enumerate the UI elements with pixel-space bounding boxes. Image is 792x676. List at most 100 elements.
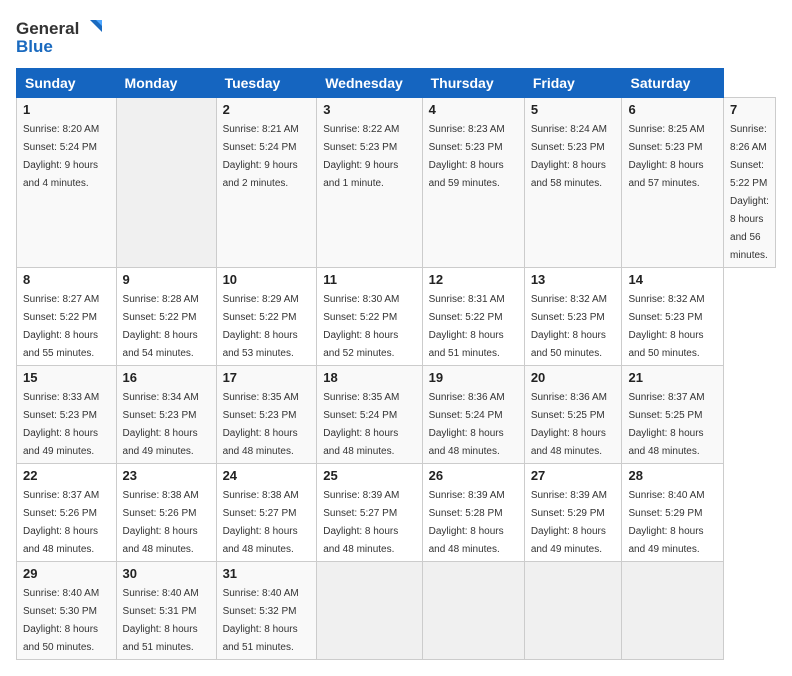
calendar-cell-empty <box>524 562 622 660</box>
calendar-cell-27: 27 Sunrise: 8:39 AM Sunset: 5:29 PM Dayli… <box>524 464 622 562</box>
day-info: Sunrise: 8:40 AM Sunset: 5:31 PM Dayligh… <box>123 588 199 653</box>
day-info: Sunrise: 8:28 AM Sunset: 5:22 PM Dayligh… <box>123 294 199 359</box>
calendar-cell-empty <box>622 562 724 660</box>
day-number: 23 <box>123 468 210 483</box>
day-info: Sunrise: 8:32 AM Sunset: 5:23 PM Dayligh… <box>628 294 704 359</box>
day-info: Sunrise: 8:40 AM Sunset: 5:30 PM Dayligh… <box>23 588 99 653</box>
day-info: Sunrise: 8:40 AM Sunset: 5:29 PM Dayligh… <box>628 490 704 555</box>
day-number: 13 <box>531 272 616 287</box>
day-info: Sunrise: 8:25 AM Sunset: 5:23 PM Dayligh… <box>628 124 704 189</box>
day-info: Sunrise: 8:38 AM Sunset: 5:26 PM Dayligh… <box>123 490 199 555</box>
day-info: Sunrise: 8:27 AM Sunset: 5:22 PM Dayligh… <box>23 294 99 359</box>
day-info: Sunrise: 8:36 AM Sunset: 5:25 PM Dayligh… <box>531 392 607 457</box>
day-number: 5 <box>531 102 616 117</box>
logo: General Blue <box>16 16 106 58</box>
day-info: Sunrise: 8:24 AM Sunset: 5:23 PM Dayligh… <box>531 124 607 189</box>
calendar-cell-empty <box>317 562 422 660</box>
day-number: 8 <box>23 272 110 287</box>
day-number: 30 <box>123 566 210 581</box>
day-info: Sunrise: 8:23 AM Sunset: 5:23 PM Dayligh… <box>429 124 505 189</box>
svg-text:General: General <box>16 19 79 38</box>
day-number: 17 <box>223 370 311 385</box>
calendar-cell-13: 13 Sunrise: 8:32 AM Sunset: 5:23 PM Dayli… <box>524 268 622 366</box>
day-info: Sunrise: 8:36 AM Sunset: 5:24 PM Dayligh… <box>429 392 505 457</box>
day-number: 24 <box>223 468 311 483</box>
day-number: 4 <box>429 102 518 117</box>
calendar-cell-17: 17 Sunrise: 8:35 AM Sunset: 5:23 PM Dayli… <box>216 366 317 464</box>
calendar-table: SundayMondayTuesdayWednesdayThursdayFrid… <box>16 68 776 660</box>
column-header-sunday: Sunday <box>17 69 117 98</box>
day-number: 2 <box>223 102 311 117</box>
calendar-cell-8: 8 Sunrise: 8:27 AM Sunset: 5:22 PM Daylig… <box>17 268 117 366</box>
day-info: Sunrise: 8:35 AM Sunset: 5:24 PM Dayligh… <box>323 392 399 457</box>
calendar-cell-1: 1 Sunrise: 8:20 AM Sunset: 5:24 PM Daylig… <box>17 98 117 268</box>
calendar-cell-10: 10 Sunrise: 8:29 AM Sunset: 5:22 PM Dayli… <box>216 268 317 366</box>
calendar-cell-11: 11 Sunrise: 8:30 AM Sunset: 5:22 PM Dayli… <box>317 268 422 366</box>
calendar-cell-29: 29 Sunrise: 8:40 AM Sunset: 5:30 PM Dayli… <box>17 562 117 660</box>
calendar-cell-14: 14 Sunrise: 8:32 AM Sunset: 5:23 PM Dayli… <box>622 268 724 366</box>
calendar-cell-24: 24 Sunrise: 8:38 AM Sunset: 5:27 PM Dayli… <box>216 464 317 562</box>
day-number: 22 <box>23 468 110 483</box>
column-header-wednesday: Wednesday <box>317 69 422 98</box>
calendar-cell-31: 31Sunrise: 8:40 AM Sunset: 5:32 PM Dayli… <box>216 562 317 660</box>
day-number: 9 <box>123 272 210 287</box>
day-number: 1 <box>23 102 110 117</box>
column-header-saturday: Saturday <box>622 69 724 98</box>
calendar-cell-empty <box>116 98 216 268</box>
day-info: Sunrise: 8:32 AM Sunset: 5:23 PM Dayligh… <box>531 294 607 359</box>
day-info: Sunrise: 8:37 AM Sunset: 5:25 PM Dayligh… <box>628 392 704 457</box>
calendar-cell-30: 30 Sunrise: 8:40 AM Sunset: 5:31 PM Dayli… <box>116 562 216 660</box>
day-number: 15 <box>23 370 110 385</box>
svg-text:Blue: Blue <box>16 37 53 56</box>
logo-svg: General Blue <box>16 16 106 58</box>
day-info: Sunrise: 8:37 AM Sunset: 5:26 PM Dayligh… <box>23 490 99 555</box>
day-number: 11 <box>323 272 415 287</box>
day-number: 25 <box>323 468 415 483</box>
calendar-cell-16: 16 Sunrise: 8:34 AM Sunset: 5:23 PM Dayli… <box>116 366 216 464</box>
page-header: General Blue <box>16 16 776 58</box>
day-info: Sunrise: 8:26 AM Sunset: 5:22 PM Dayligh… <box>730 124 769 261</box>
calendar-cell-3: 3Sunrise: 8:22 AM Sunset: 5:23 PM Daylig… <box>317 98 422 268</box>
day-number: 20 <box>531 370 616 385</box>
calendar-cell-21: 21Sunrise: 8:37 AM Sunset: 5:25 PM Dayli… <box>622 366 724 464</box>
day-number: 6 <box>628 102 717 117</box>
day-number: 7 <box>730 102 769 117</box>
day-info: Sunrise: 8:39 AM Sunset: 5:29 PM Dayligh… <box>531 490 607 555</box>
day-number: 12 <box>429 272 518 287</box>
day-info: Sunrise: 8:29 AM Sunset: 5:22 PM Dayligh… <box>223 294 299 359</box>
day-info: Sunrise: 8:21 AM Sunset: 5:24 PM Dayligh… <box>223 124 299 189</box>
calendar-cell-4: 4 Sunrise: 8:23 AM Sunset: 5:23 PM Daylig… <box>422 98 524 268</box>
day-info: Sunrise: 8:20 AM Sunset: 5:24 PM Dayligh… <box>23 124 99 189</box>
column-header-tuesday: Tuesday <box>216 69 317 98</box>
day-info: Sunrise: 8:39 AM Sunset: 5:27 PM Dayligh… <box>323 490 399 555</box>
day-info: Sunrise: 8:31 AM Sunset: 5:22 PM Dayligh… <box>429 294 505 359</box>
day-number: 16 <box>123 370 210 385</box>
column-header-friday: Friday <box>524 69 622 98</box>
day-info: Sunrise: 8:34 AM Sunset: 5:23 PM Dayligh… <box>123 392 199 457</box>
day-number: 31 <box>223 566 311 581</box>
day-number: 19 <box>429 370 518 385</box>
calendar-cell-empty <box>422 562 524 660</box>
day-info: Sunrise: 8:22 AM Sunset: 5:23 PM Dayligh… <box>323 124 399 189</box>
day-number: 18 <box>323 370 415 385</box>
calendar-cell-18: 18 Sunrise: 8:35 AM Sunset: 5:24 PM Dayli… <box>317 366 422 464</box>
day-info: Sunrise: 8:38 AM Sunset: 5:27 PM Dayligh… <box>223 490 299 555</box>
calendar-cell-12: 12 Sunrise: 8:31 AM Sunset: 5:22 PM Dayli… <box>422 268 524 366</box>
day-number: 14 <box>628 272 717 287</box>
day-number: 10 <box>223 272 311 287</box>
calendar-cell-22: 22 Sunrise: 8:37 AM Sunset: 5:26 PM Dayli… <box>17 464 117 562</box>
day-info: Sunrise: 8:30 AM Sunset: 5:22 PM Dayligh… <box>323 294 399 359</box>
calendar-cell-5: 5 Sunrise: 8:24 AM Sunset: 5:23 PM Daylig… <box>524 98 622 268</box>
calendar-cell-15: 15 Sunrise: 8:33 AM Sunset: 5:23 PM Dayli… <box>17 366 117 464</box>
day-info: Sunrise: 8:33 AM Sunset: 5:23 PM Dayligh… <box>23 392 99 457</box>
calendar-cell-26: 26Sunrise: 8:39 AM Sunset: 5:28 PM Dayli… <box>422 464 524 562</box>
day-number: 27 <box>531 468 616 483</box>
calendar-cell-20: 20 Sunrise: 8:36 AM Sunset: 5:25 PM Dayli… <box>524 366 622 464</box>
day-number: 28 <box>628 468 717 483</box>
column-header-monday: Monday <box>116 69 216 98</box>
calendar-cell-2: 2 Sunrise: 8:21 AM Sunset: 5:24 PM Daylig… <box>216 98 317 268</box>
day-number: 26 <box>429 468 518 483</box>
calendar-cell-23: 23 Sunrise: 8:38 AM Sunset: 5:26 PM Dayli… <box>116 464 216 562</box>
day-number: 29 <box>23 566 110 581</box>
day-info: Sunrise: 8:35 AM Sunset: 5:23 PM Dayligh… <box>223 392 299 457</box>
